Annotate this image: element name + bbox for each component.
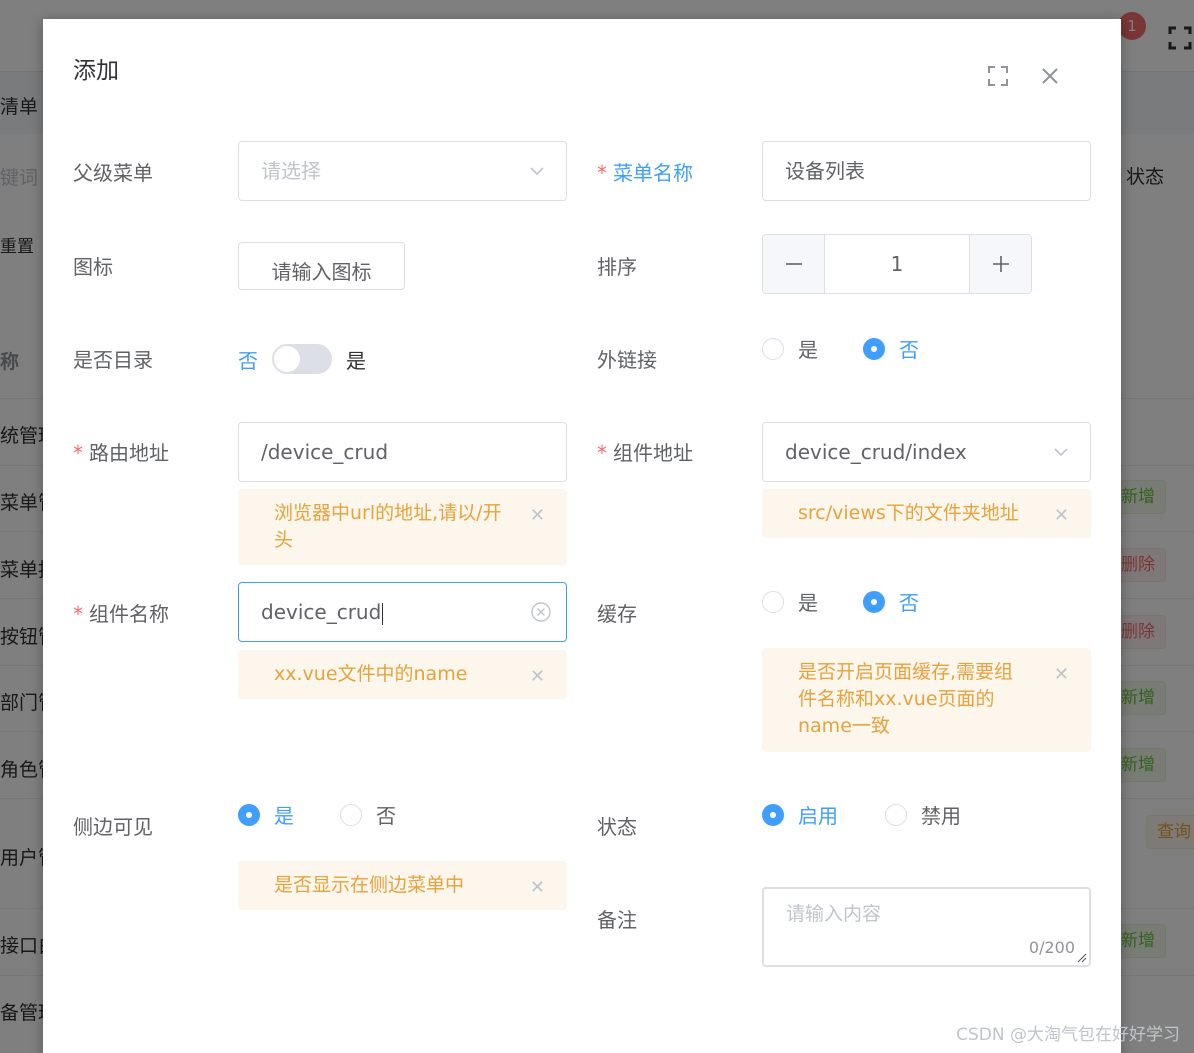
increase-button[interactable]: [969, 235, 1031, 293]
chevron-down-icon: [1054, 448, 1068, 457]
sidebar-visible-label: 侧边可见: [73, 815, 153, 839]
status-radio-enabled[interactable]: 启用: [762, 800, 838, 829]
icon-select-button[interactable]: 请输入图标: [238, 242, 405, 290]
remark-placeholder: 请输入内容: [786, 903, 882, 925]
is-directory-label: 是否目录: [73, 348, 153, 372]
menu-name-input[interactable]: 设备列表: [762, 141, 1091, 201]
resize-grip-icon[interactable]: [1075, 951, 1087, 963]
close-icon[interactable]: [1037, 63, 1063, 89]
component-path-select[interactable]: device_crud/index: [762, 422, 1091, 482]
sidebar-visible-radio-no[interactable]: 否: [340, 800, 396, 829]
radio-circle: [762, 803, 784, 826]
radio-circle: [863, 590, 885, 613]
is-directory-switch-group: 否 是: [238, 344, 366, 374]
radio-circle: [238, 803, 260, 826]
required-mark: *: [73, 441, 83, 465]
cache-radio-yes[interactable]: 是: [762, 587, 818, 616]
external-link-radio-no[interactable]: 否: [863, 334, 919, 363]
text-cursor: [382, 602, 384, 625]
sort-value[interactable]: 1: [825, 235, 969, 293]
radio-circle: [762, 590, 784, 613]
parent-menu-placeholder: 请选择: [261, 159, 321, 183]
required-mark: *: [597, 441, 607, 465]
component-path-label: * 组件地址: [597, 441, 693, 465]
remark-textarea[interactable]: 请输入内容 0/200: [762, 887, 1091, 967]
char-count: 0/200: [1028, 938, 1075, 957]
close-alert-icon[interactable]: ✕: [530, 663, 545, 690]
radio-circle: [863, 337, 885, 360]
required-mark: *: [73, 602, 83, 626]
switch-off-text[interactable]: 否: [238, 345, 258, 374]
sort-stepper: 1: [762, 234, 1032, 294]
external-link-label: 外链接: [597, 348, 657, 372]
cache-radio-no[interactable]: 否: [863, 587, 919, 616]
radio-circle: [762, 337, 784, 360]
sidebar-visible-radio-yes[interactable]: 是: [238, 800, 294, 829]
close-alert-icon[interactable]: ✕: [1054, 502, 1069, 529]
dialog-title: 添加: [73, 58, 119, 84]
parent-menu-select[interactable]: 请选择: [238, 141, 567, 201]
close-alert-icon[interactable]: ✕: [530, 502, 545, 529]
switch-on-text[interactable]: 是: [346, 345, 366, 374]
sort-label: 排序: [597, 255, 637, 279]
radio-circle: [340, 803, 362, 826]
add-menu-dialog: 添加 父级菜单 请选择 * 菜单名称 设备列表 图标 请输入图标 排序 1 是否目…: [43, 19, 1121, 1053]
cache-hint: 是否开启页面缓存,需要组件名称和xx.vue页面的name一致 ✕: [762, 648, 1091, 752]
is-directory-switch[interactable]: [272, 344, 332, 374]
menu-name-label: * 菜单名称: [597, 161, 693, 185]
route-path-hint: 浏览器中url的地址,请以/开头 ✕: [238, 489, 567, 565]
clear-icon[interactable]: [530, 601, 552, 623]
component-name-hint: xx.vue文件中的name ✕: [238, 650, 567, 699]
radio-circle: [885, 803, 907, 826]
watermark: CSDN @大淘气包在好好学习: [956, 1025, 1180, 1045]
component-path-hint: src/views下的文件夹地址 ✕: [762, 489, 1091, 538]
external-link-radio-yes[interactable]: 是: [762, 334, 818, 363]
chevron-down-icon: [530, 167, 544, 176]
component-name-input[interactable]: device_crud: [238, 582, 567, 642]
plus-icon: [992, 256, 1009, 272]
maximize-icon[interactable]: [985, 63, 1011, 89]
minus-icon: [785, 263, 802, 265]
route-path-input[interactable]: /device_crud: [238, 422, 567, 482]
status-radio-disabled[interactable]: 禁用: [885, 800, 961, 829]
required-mark: *: [597, 161, 607, 185]
sidebar-visible-hint: 是否显示在侧边菜单中 ✕: [238, 861, 567, 910]
close-alert-icon[interactable]: ✕: [1054, 661, 1069, 688]
cache-label: 缓存: [597, 602, 637, 626]
parent-menu-label: 父级菜单: [73, 161, 153, 185]
status-label: 状态: [597, 815, 637, 839]
remark-label: 备注: [597, 908, 637, 932]
decrease-button[interactable]: [763, 235, 825, 293]
route-path-label: * 路由地址: [73, 441, 169, 465]
close-alert-icon[interactable]: ✕: [530, 874, 545, 901]
icon-label: 图标: [73, 255, 113, 279]
component-name-label: * 组件名称: [73, 602, 169, 626]
